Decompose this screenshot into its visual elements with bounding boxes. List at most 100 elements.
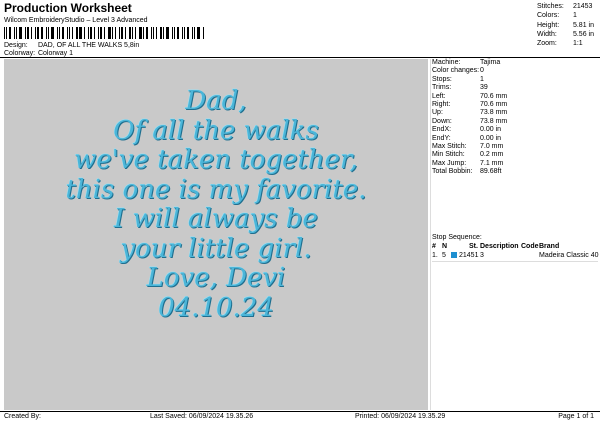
design-line: I will always be — [114, 204, 318, 234]
barcode-bar — [72, 27, 73, 39]
summary-table: Stitches: 21453 Colors: 1 Height: 5.81 in W… — [537, 2, 594, 48]
barcode-bar — [27, 27, 29, 39]
property-row: Total Bobbin: 89.68ft — [432, 168, 502, 176]
barcode-bar — [121, 27, 123, 39]
last-saved: Last Saved: 06/09/2024 19.35.26 — [150, 413, 254, 420]
barcode-bar — [151, 27, 152, 39]
col-code: Code — [521, 243, 539, 250]
barcode-bar — [132, 27, 133, 39]
col-brand: Brand — [539, 243, 560, 250]
summary-row: Width: 5.56 in — [536, 30, 594, 38]
embroidery-text: Dad, Of all the walks we've taken togeth… — [4, 86, 428, 323]
barcode-bar — [177, 27, 179, 39]
design-row: Design: DAD, OF ALL THE WALKS 5,8in — [4, 42, 139, 49]
barcode-bar — [143, 27, 144, 39]
barcode-bar — [139, 27, 142, 39]
thread-color-swatch — [451, 252, 457, 258]
barcode-bar — [104, 27, 105, 39]
header-divider — [0, 57, 600, 58]
design-line: 04.10.24 — [158, 292, 274, 323]
barcode-bar — [119, 27, 120, 39]
property-row: Machine: Tajima — [432, 59, 501, 66]
barcode-bar — [146, 27, 148, 39]
property-row: EndX: 0.00 in — [432, 126, 502, 134]
barcode-bar — [31, 27, 32, 39]
barcode-bar — [192, 27, 193, 39]
summary-row: Stitches: 21453 — [536, 3, 593, 10]
barcode-bar — [90, 27, 92, 39]
barcode-bar — [59, 27, 60, 39]
barcode-bar — [174, 27, 175, 39]
colorway-row: Colorway: Colorway 1 — [4, 50, 73, 57]
barcode-bar — [69, 27, 70, 39]
barcode-bar — [57, 27, 58, 39]
barcode-bar — [46, 27, 47, 39]
summary-row: Colors: 1 — [536, 12, 577, 20]
col-stitches: St. — [469, 243, 478, 250]
barcode-bar — [153, 27, 154, 39]
barcode — [4, 27, 212, 39]
barcode-bar — [115, 27, 116, 39]
barcode-bar — [166, 27, 169, 39]
barcode-bar — [203, 27, 204, 39]
barcode-bar — [19, 27, 22, 39]
design-value: DAD, OF ALL THE WALKS 5,8in — [37, 42, 140, 49]
barcode-bar — [135, 27, 136, 39]
printed-date: Printed: 06/09/2024 19.35.29 — [355, 413, 446, 420]
barcode-bar — [197, 27, 200, 39]
barcode-bar — [67, 27, 68, 39]
panel-divider — [430, 59, 431, 410]
property-row: Down: 73.8 mm — [432, 117, 508, 125]
barcode-bar — [187, 27, 189, 39]
property-row: Max Jump: 7.1 mm — [432, 159, 504, 167]
barcode-bar — [100, 27, 102, 39]
stop-sequence-header: # N St. Description Code Brand — [432, 243, 598, 251]
barcode-bar — [129, 27, 131, 39]
created-by: Created By: — [4, 413, 41, 420]
barcode-bar — [172, 27, 173, 39]
col-description: Description — [480, 243, 519, 250]
barcode-bar — [37, 27, 39, 39]
design-line: this one is my favorite. — [65, 174, 367, 205]
property-row: Up: 73.8 mm — [432, 109, 508, 117]
design-label: Design: — [4, 42, 28, 49]
design-line: Dad, — [185, 86, 247, 116]
summary-row: Height: 5.81 in — [536, 21, 594, 29]
design-line: we've taken together, — [74, 145, 358, 175]
barcode-bar — [156, 27, 157, 39]
barcode-bar — [94, 27, 95, 39]
page-number: Page 1 of 1 — [558, 413, 594, 420]
barcode-bar — [25, 27, 26, 39]
stop-sequence-row: 1. 5 21451 3 Madeira Classic 40 — [432, 252, 599, 259]
property-row: EndY: 0.00 in — [432, 134, 502, 142]
property-row: Max Stitch: 7.0 mm — [432, 142, 504, 150]
colorway-label: Colorway: — [4, 50, 36, 57]
barcode-bar — [51, 27, 54, 39]
design-line: Love, Devi — [146, 263, 286, 293]
barcode-bar — [194, 27, 195, 39]
property-row: Trims: 39 — [432, 84, 488, 92]
property-row: Left: 70.6 mm — [432, 92, 508, 100]
property-row: Stops: 1 — [432, 75, 484, 83]
barcode-bar — [62, 27, 64, 39]
col-number: # — [432, 243, 436, 250]
barcode-bar — [160, 27, 162, 39]
stop-sequence-title: Stop Sequence: — [432, 234, 482, 241]
barcode-bar — [41, 27, 43, 39]
worksheet-title: Production Worksheet — [4, 1, 132, 15]
property-row: Right: 70.6 mm — [432, 100, 508, 108]
colorway-value: Colorway 1 — [37, 50, 73, 57]
property-row: Color changes:0 — [432, 67, 484, 75]
barcode-bar — [184, 27, 185, 39]
barcode-bar — [163, 27, 164, 39]
property-row: Min Stitch: 0.2 mm — [432, 151, 504, 159]
software-subtitle: Wilcom EmbroideryStudio – Level 3 Advanc… — [4, 17, 148, 24]
barcode-bar — [76, 27, 78, 39]
sequence-divider — [432, 261, 598, 262]
barcode-bar — [182, 27, 183, 39]
barcode-bar — [88, 27, 89, 39]
barcode-bar — [9, 27, 11, 39]
design-line: Of all the walks — [113, 115, 319, 146]
barcode-bar — [108, 27, 111, 39]
barcode-bar — [4, 27, 5, 39]
